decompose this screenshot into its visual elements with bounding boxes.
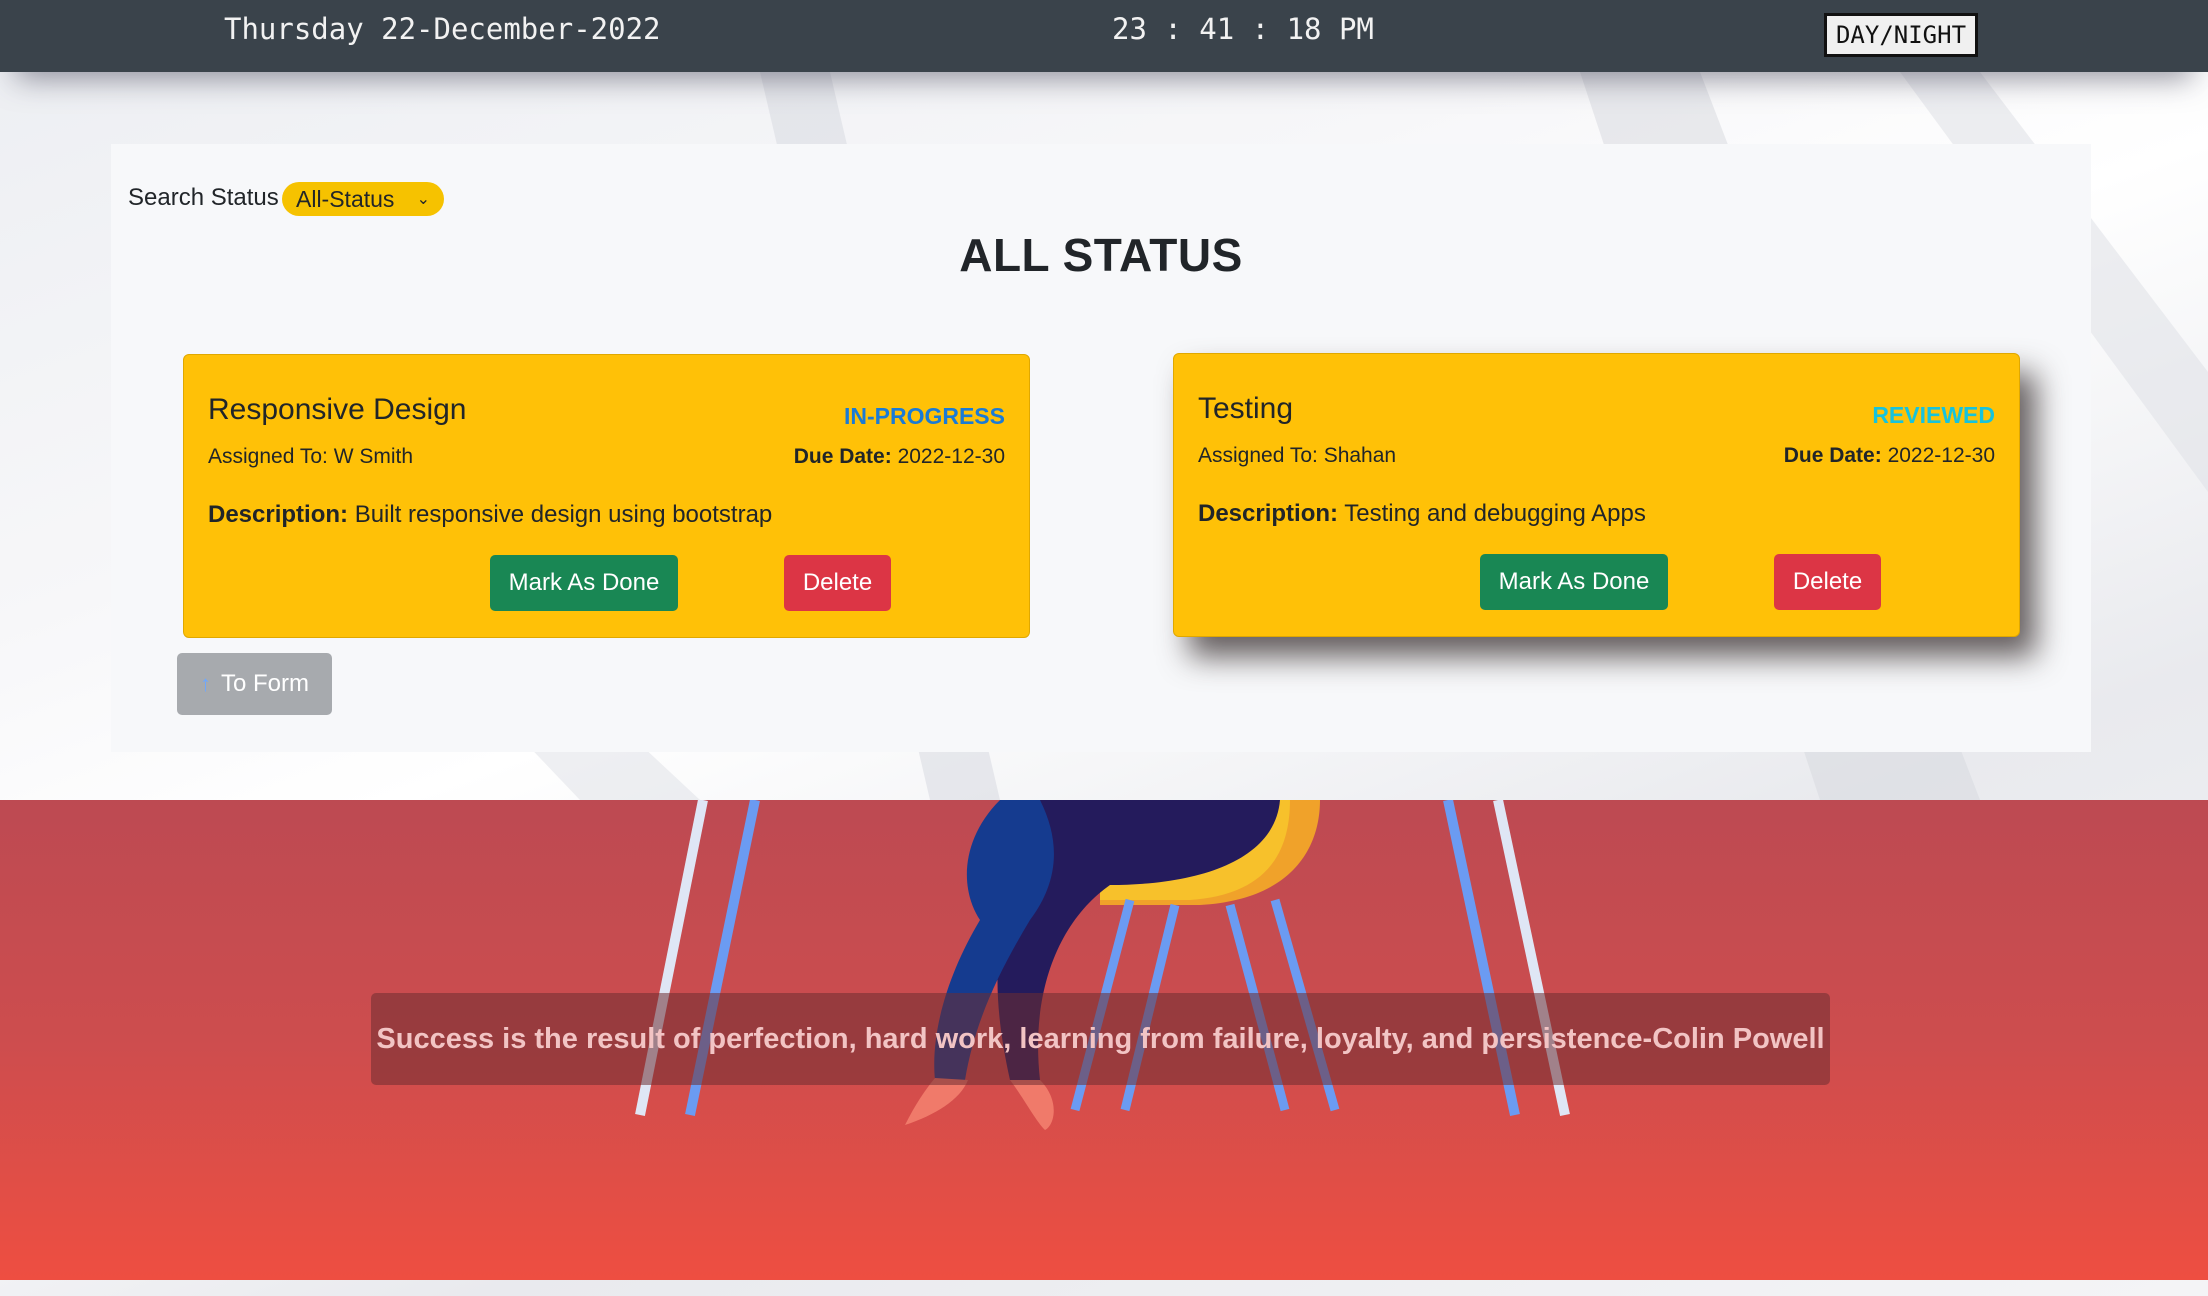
delete-button[interactable]: Delete: [784, 555, 891, 611]
description-value: Testing and debugging Apps: [1344, 500, 1646, 527]
task-title: Responsive Design: [208, 393, 467, 426]
page-title: ALL STATUS: [959, 229, 1243, 281]
status-badge: IN-PROGRESS: [843, 403, 1005, 429]
current-date: Thursday 22-December-2022: [224, 12, 661, 46]
due-date: Due Date: 2022-12-30: [794, 445, 1005, 469]
due-date-value: 2022-12-30: [897, 445, 1005, 468]
task-description: Description: Testing and debugging Apps: [1198, 500, 1646, 528]
assigned-to: Assigned To: Shahan: [1198, 444, 1397, 467]
due-date: Due Date: 2022-12-30: [1784, 444, 1995, 468]
quote-text: Success is the result of perfection, har…: [371, 993, 1830, 1085]
status-select-value: All-Status: [296, 185, 395, 212]
task-description: Description: Built responsive design usi…: [208, 501, 772, 529]
to-form-button[interactable]: ↑ To Form: [177, 653, 332, 715]
to-form-label: To Form: [220, 670, 309, 697]
description-label: Description:: [1198, 500, 1339, 527]
current-time: 23 : 41 : 18 PM: [1112, 12, 1374, 46]
task-panel: Search Status All-Status ⌄ ALL STATUS Re…: [111, 144, 2091, 752]
search-status-label: Search Status: [128, 184, 279, 211]
mark-as-done-button[interactable]: Mark As Done: [1480, 554, 1668, 610]
due-date-value: 2022-12-30: [1887, 444, 1995, 467]
day-night-toggle-button[interactable]: DAY/NIGHT: [1824, 13, 1978, 57]
assigned-to: Assigned To: W Smith: [208, 445, 414, 468]
delete-button[interactable]: Delete: [1774, 554, 1881, 610]
quote-footer: Success is the result of perfection, har…: [0, 800, 2208, 1280]
task-card: Testing REVIEWED Assigned To: Shahan Due…: [1173, 353, 2020, 637]
due-date-label: Due Date:: [1783, 444, 1882, 467]
top-bar: Thursday 22-December-2022 23 : 41 : 18 P…: [0, 0, 2208, 72]
chevron-down-icon: ⌄: [416, 191, 430, 208]
mark-as-done-button[interactable]: Mark As Done: [490, 555, 678, 611]
description-value: Built responsive design using bootstrap: [354, 501, 773, 528]
due-date-label: Due Date:: [793, 445, 892, 468]
status-badge: REVIEWED: [1872, 402, 1995, 428]
task-card: Responsive Design IN-PROGRESS Assigned T…: [183, 354, 1030, 638]
task-title: Testing: [1198, 392, 1294, 425]
description-label: Description:: [208, 501, 349, 528]
arrow-up-icon: ↑: [199, 671, 211, 696]
status-select[interactable]: All-Status ⌄: [282, 182, 444, 216]
